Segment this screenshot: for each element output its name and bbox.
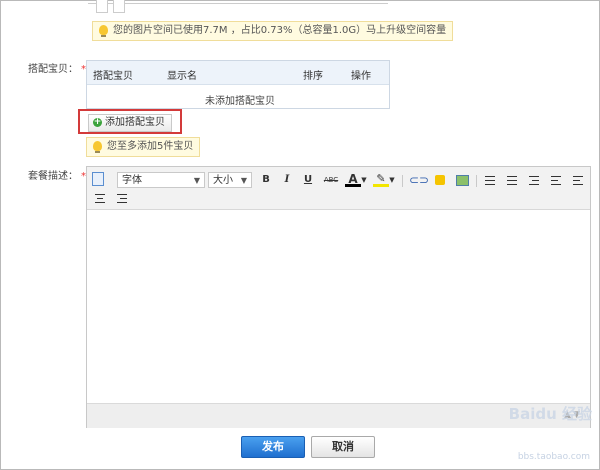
indent-icon[interactable]: [526, 172, 542, 188]
editor-toolbar: 字体 ▼ 大小 ▼ B I U ABC A ▼ ✎ ▼ ⊂⊃: [87, 167, 590, 210]
image-shape: [456, 175, 469, 186]
ordered-list-icon[interactable]: [482, 172, 498, 188]
chevron-down-icon: ▼: [193, 176, 200, 185]
publish-button[interactable]: 发布: [241, 436, 305, 458]
lightbulb-icon: [99, 25, 108, 37]
goods-table-header: 搭配宝贝 显示名 排序 操作: [87, 61, 389, 85]
space-usage-text: 您的图片空间已使用7.7M ，占比0.73%（总容量1.0G）马上升级空间容量: [113, 25, 447, 36]
align-center-icon[interactable]: [92, 190, 108, 206]
add-goods-button[interactable]: + 添加搭配宝贝: [88, 114, 172, 132]
goods-table: 搭配宝贝 显示名 排序 操作 未添加搭配宝贝: [86, 60, 390, 109]
chevron-down-icon[interactable]: ▼: [388, 172, 396, 188]
italic-button[interactable]: I: [279, 172, 295, 188]
baidu-watermark: Baidu 经验: [508, 405, 592, 423]
font-family-select[interactable]: 字体 ▼: [117, 172, 205, 188]
add-goods-label: 添加搭配宝贝: [105, 117, 165, 128]
highlight-color-icon[interactable]: ✎: [373, 171, 389, 187]
bold-button[interactable]: B: [258, 172, 274, 188]
goods-label: 搭配宝贝： *: [28, 64, 86, 75]
chevron-down-icon: ▼: [240, 176, 247, 185]
font-color-button[interactable]: A: [345, 171, 361, 187]
cancel-button[interactable]: 取消: [311, 436, 375, 458]
plus-icon: +: [93, 117, 102, 127]
col-action: 操作: [351, 71, 371, 82]
editor-content-area[interactable]: [87, 210, 590, 403]
goods-limit-text: 您至多添加5件宝贝: [107, 141, 194, 152]
strikethrough-button[interactable]: ABC: [321, 172, 341, 188]
col-order: 排序: [303, 71, 323, 82]
description-label: 套餐描述： *: [28, 171, 86, 182]
col-goods: 搭配宝贝: [93, 71, 133, 82]
chevron-down-icon[interactable]: ▼: [360, 172, 368, 188]
space-usage-tip: 您的图片空间已使用7.7M ，占比0.73%（总容量1.0G）马上升级空间容量: [92, 21, 454, 41]
link-icon[interactable]: ⊂⊃: [409, 172, 429, 188]
col-display-name: 显示名: [167, 71, 197, 82]
toolbar-separator: [476, 175, 477, 187]
lightbulb-icon: [93, 141, 102, 153]
thumbnail-strip-border: [88, 0, 388, 4]
align-left-icon[interactable]: [570, 172, 586, 188]
thumbnail-checkbox[interactable]: [96, 0, 108, 13]
align-right-icon[interactable]: [114, 190, 130, 206]
thumbnail-checkbox[interactable]: [113, 0, 125, 13]
rich-text-editor: 字体 ▼ 大小 ▼ B I U ABC A ▼ ✎ ▼ ⊂⊃ ▲▼: [86, 166, 591, 428]
smiley-shape: [435, 175, 445, 185]
image-icon[interactable]: [454, 172, 470, 188]
underline-button[interactable]: U: [300, 172, 316, 188]
goods-limit-tip: 您至多添加5件宝贝: [86, 137, 201, 157]
emoticon-icon[interactable]: [432, 172, 448, 188]
empty-goods-text: 未添加搭配宝贝: [205, 96, 275, 107]
font-size-select[interactable]: 大小 ▼: [208, 172, 252, 188]
outdent-icon[interactable]: [548, 172, 564, 188]
watermark-url: bbs.taobao.com: [517, 452, 590, 462]
unordered-list-icon[interactable]: [504, 172, 520, 188]
toolbar-separator: [402, 175, 403, 187]
source-code-icon[interactable]: [92, 172, 104, 186]
